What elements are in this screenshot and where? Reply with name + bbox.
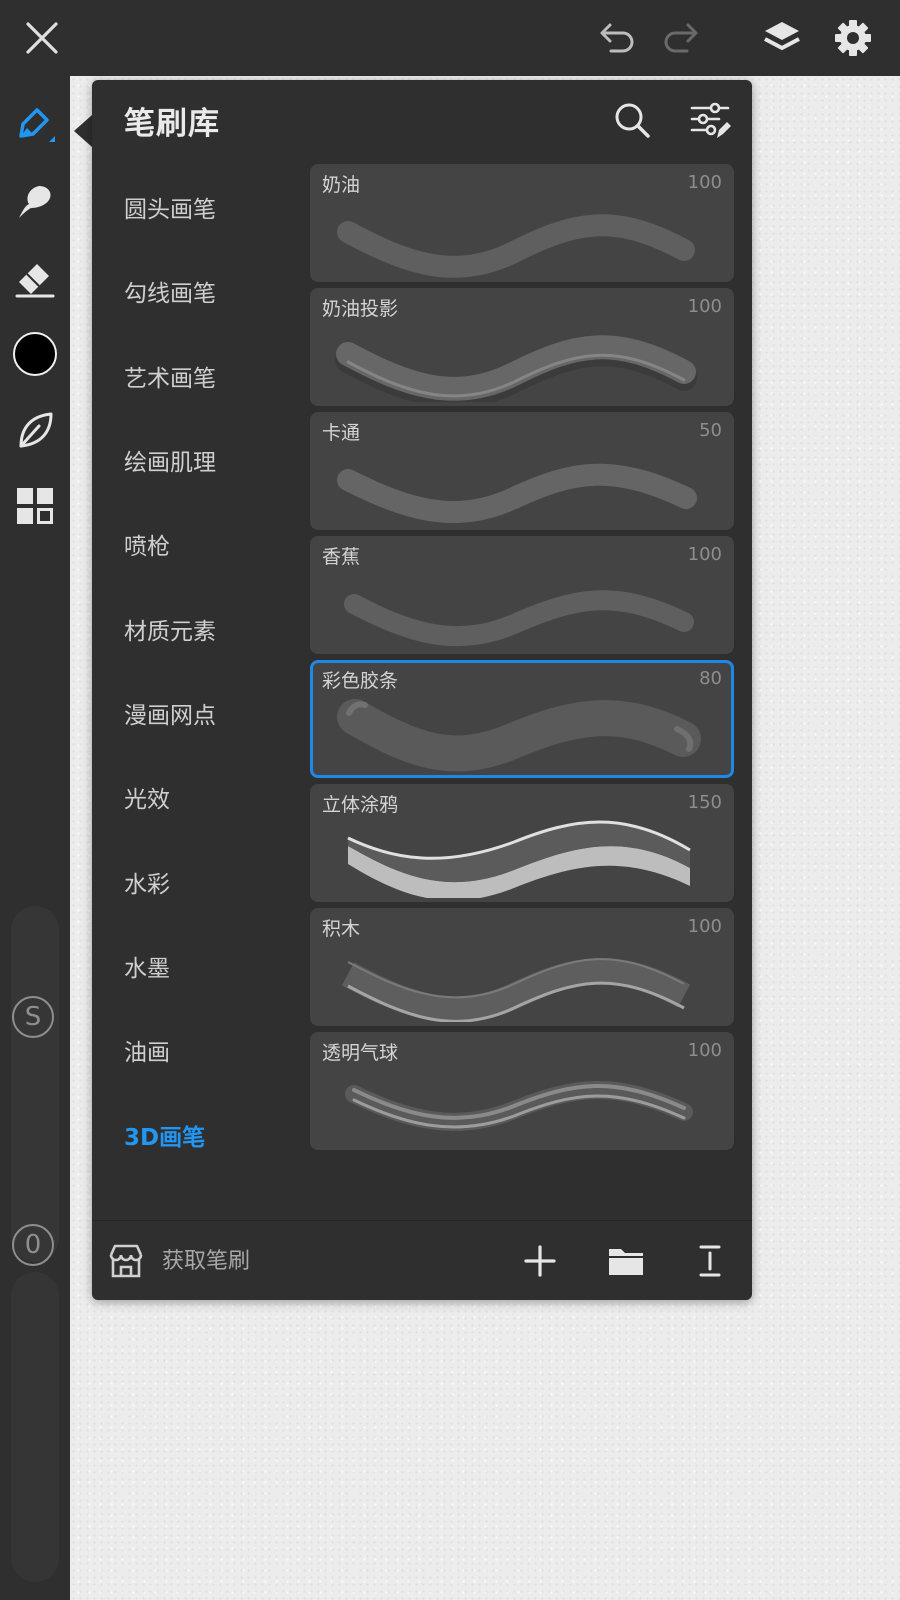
brush-preview <box>345 1081 693 1131</box>
brush-card[interactable]: 香蕉 100 <box>310 536 734 654</box>
store-icon[interactable] <box>102 1237 150 1285</box>
brush-card[interactable]: 透明气球 100 <box>310 1032 734 1150</box>
eraser-icon[interactable] <box>11 254 59 302</box>
close-icon[interactable] <box>18 14 66 62</box>
get-brushes-link[interactable]: 获取笔刷 <box>162 1243 250 1275</box>
brush-card[interactable]: 奶油投影 100 <box>310 288 734 406</box>
top-bar <box>0 0 900 76</box>
panel-footer: 获取笔刷 <box>92 1220 752 1301</box>
brush-preview <box>341 958 691 1022</box>
brush-size-slider[interactable]: S <box>11 906 59 1262</box>
brush-card[interactable]: 立体涂鸦 150 <box>310 784 734 902</box>
category-item[interactable]: 材质元素 <box>124 610 216 654</box>
brush-card[interactable]: 奶油 100 <box>310 164 734 282</box>
brush-preview <box>344 590 694 647</box>
folder-icon[interactable] <box>602 1237 650 1285</box>
category-item[interactable]: 水彩 <box>124 863 170 907</box>
category-item-active[interactable]: 3D画笔 <box>124 1116 205 1160</box>
left-toolbar: S 0 <box>0 76 70 1600</box>
search-icon[interactable] <box>608 96 656 144</box>
brush-preview <box>337 699 701 772</box>
size-slider-label: S <box>24 1002 42 1032</box>
category-item[interactable]: 光效 <box>124 778 170 822</box>
filter-settings-icon[interactable] <box>686 96 734 144</box>
brush-library-panel: 笔刷库 圆头画笔 勾线画笔 艺术画笔 绘画肌理 喷枪 材质元素 漫画网点 光效 … <box>92 80 752 1300</box>
brush-icon[interactable] <box>11 102 59 150</box>
panel-pointer <box>74 115 92 147</box>
color-swatch[interactable] <box>11 330 59 378</box>
brush-card[interactable]: 卡通 50 <box>310 412 734 530</box>
current-color-circle <box>13 332 57 376</box>
smudge-icon[interactable] <box>11 178 59 226</box>
category-item[interactable]: 漫画网点 <box>124 694 216 738</box>
layers-icon[interactable] <box>758 14 806 62</box>
opacity-slider[interactable]: 0 <box>11 1224 59 1582</box>
category-item[interactable]: 喷枪 <box>124 525 170 569</box>
brush-preview <box>335 335 697 402</box>
opacity-slider-knob[interactable]: 0 <box>12 1224 54 1266</box>
brush-preview <box>337 463 697 524</box>
settings-icon[interactable] <box>829 14 877 62</box>
brush-preview <box>337 214 695 278</box>
category-item[interactable]: 油画 <box>124 1031 170 1075</box>
category-item[interactable]: 圆头画笔 <box>124 188 216 232</box>
brush-card[interactable]: 积木 100 <box>310 908 734 1026</box>
category-item[interactable]: 水墨 <box>124 947 170 991</box>
category-item[interactable]: 艺术画笔 <box>124 357 216 401</box>
undo-icon[interactable] <box>593 14 641 62</box>
brush-card-selected[interactable]: 彩色胶条 80 <box>310 660 734 778</box>
opacity-slider-label: 0 <box>24 1230 42 1260</box>
brush-preview <box>347 820 691 898</box>
category-item[interactable]: 勾线画笔 <box>124 272 216 316</box>
grid-icon[interactable] <box>11 482 59 530</box>
sort-icon[interactable] <box>686 1237 734 1285</box>
redo-icon[interactable] <box>657 14 705 62</box>
category-item[interactable]: 绘画肌理 <box>124 441 216 485</box>
add-icon[interactable] <box>516 1237 564 1285</box>
size-slider-knob[interactable]: S <box>12 996 54 1038</box>
leaf-icon[interactable] <box>11 406 59 454</box>
panel-title: 笔刷库 <box>124 106 220 142</box>
